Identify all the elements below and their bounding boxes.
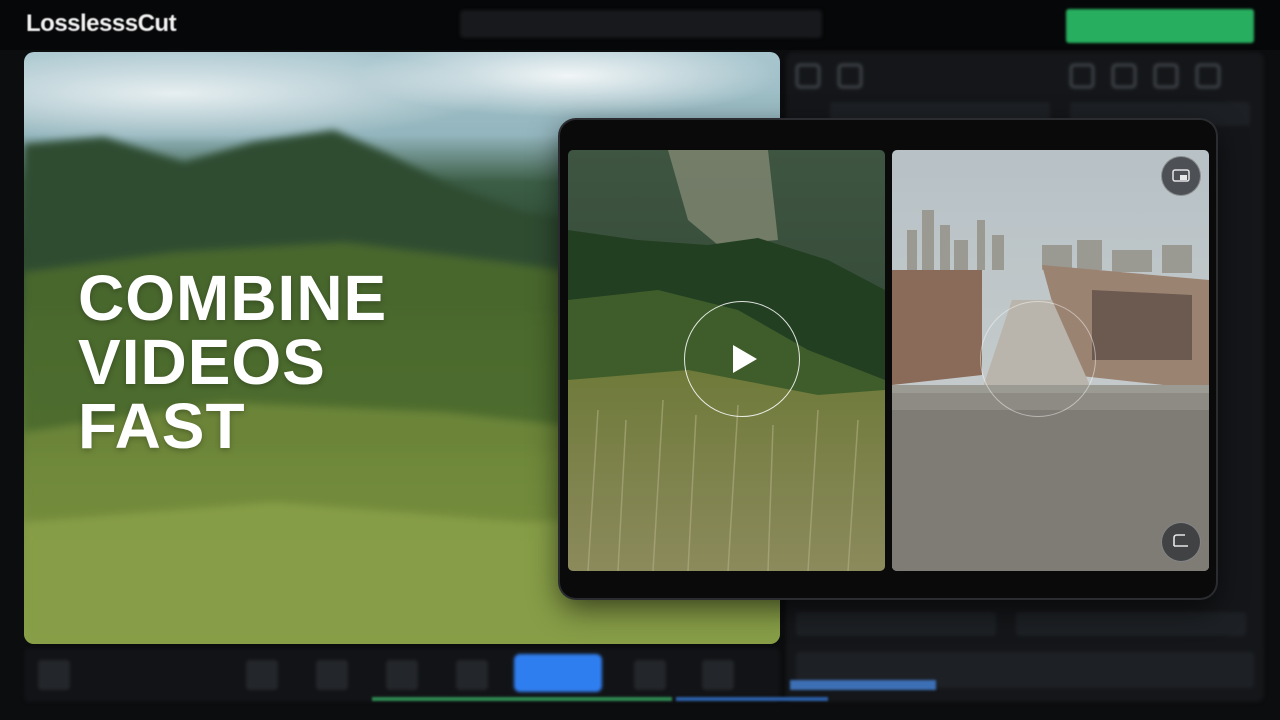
corner-button[interactable] xyxy=(1161,522,1201,562)
top-bar: LosslesssCut xyxy=(0,0,1280,50)
toolbar-icon[interactable] xyxy=(634,660,666,690)
panel-icon[interactable] xyxy=(1196,64,1220,88)
panel-field[interactable] xyxy=(796,612,996,636)
segment-bar-green xyxy=(372,697,672,701)
left-video-clip[interactable] xyxy=(568,150,885,571)
toolbar-icon[interactable] xyxy=(38,660,70,690)
panel-icon[interactable] xyxy=(838,64,862,88)
timeline-segment xyxy=(790,680,936,690)
play-icon xyxy=(733,345,757,373)
panel-icon[interactable] xyxy=(796,64,820,88)
tablet-frame xyxy=(560,120,1216,598)
menu-item-4[interactable] xyxy=(732,10,823,38)
toolbar-icon[interactable] xyxy=(246,660,278,690)
panel-field[interactable] xyxy=(1016,612,1246,636)
bottom-toolbar xyxy=(24,648,780,702)
headline-line-3: FAST xyxy=(78,390,246,462)
pip-button[interactable] xyxy=(1161,156,1201,196)
menu-item-3[interactable] xyxy=(641,10,732,38)
headline-line-1: COMBINE xyxy=(78,262,388,334)
right-video-clip[interactable] xyxy=(892,150,1209,571)
segment-bar-blue xyxy=(676,697,828,701)
headline: COMBINE VIDEOS FAST xyxy=(78,266,387,458)
picture-in-picture-icon xyxy=(1172,169,1190,182)
corner-resize-icon xyxy=(1173,534,1188,547)
menu-item-2[interactable] xyxy=(551,10,642,38)
toolbar-icon[interactable] xyxy=(386,660,418,690)
app-logo: LosslesssCut xyxy=(26,10,177,37)
panel-icon[interactable] xyxy=(1154,64,1178,88)
panel-icon[interactable] xyxy=(1070,64,1094,88)
toolbar-icon[interactable] xyxy=(316,660,348,690)
toolbar-icon[interactable] xyxy=(702,660,734,690)
top-menu xyxy=(460,10,822,38)
play-button-faint[interactable] xyxy=(980,301,1096,417)
headline-line-2: VIDEOS xyxy=(78,326,326,398)
menu-item-1[interactable] xyxy=(460,10,551,38)
toolbar-icon[interactable] xyxy=(456,660,488,690)
active-toolbar-button[interactable] xyxy=(514,654,602,692)
download-button[interactable] xyxy=(1066,9,1254,43)
panel-icon[interactable] xyxy=(1112,64,1136,88)
play-button[interactable] xyxy=(684,301,800,417)
